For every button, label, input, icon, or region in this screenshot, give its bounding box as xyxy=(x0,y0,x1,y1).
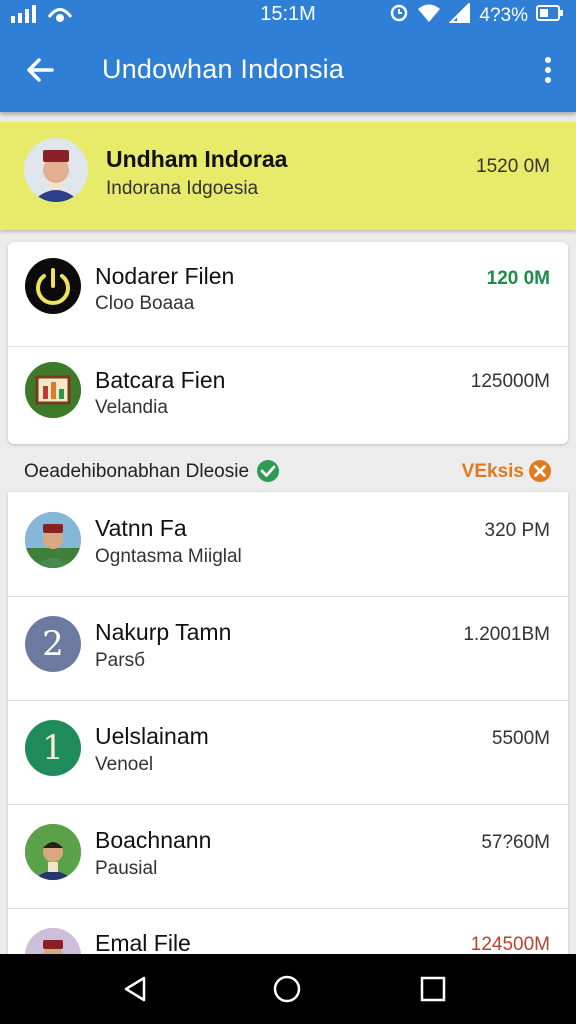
contact-name: Nakurp Tamn xyxy=(95,619,232,645)
contact-time: 320 PM xyxy=(484,520,550,541)
avatar xyxy=(25,362,81,418)
list-item[interactable]: Batcara Fien Velandia 125000M xyxy=(8,343,568,444)
section-label: Oeadehibonabhan Dleosie xyxy=(24,461,250,482)
list-item[interactable]: Boachnann Pausial 57?60M xyxy=(8,804,568,909)
contact-subtitle: Venoel xyxy=(95,754,154,775)
contact-time: 57?60M xyxy=(481,832,550,853)
contact-subtitle: Cloo Boaaa xyxy=(95,293,195,314)
more-options-button[interactable] xyxy=(538,52,558,88)
home-nav-icon[interactable] xyxy=(272,974,302,1009)
contact-name: Batcara Fien xyxy=(95,367,226,393)
contact-name: Vatnn Fa xyxy=(95,515,187,541)
avatar xyxy=(25,258,81,314)
cell-signal-icon xyxy=(448,1,471,29)
wifi-icon xyxy=(417,3,441,29)
close-circle-icon[interactable] xyxy=(528,459,552,488)
page-title: Undowhan Indonsia xyxy=(102,54,345,84)
avatar: 2 xyxy=(25,616,81,672)
system-nav-bar xyxy=(0,954,576,1024)
contact-time: 5500M xyxy=(491,728,550,749)
arrow-left-icon xyxy=(27,58,54,82)
contact-group-2: Vatnn Fa Ogntasma Miiglal 320 PM 2 Nakur… xyxy=(8,492,568,962)
avatar xyxy=(25,512,81,568)
battery-icon xyxy=(536,4,564,28)
avatar xyxy=(24,138,88,202)
avatar: 1 xyxy=(25,720,81,776)
contact-subtitle: Indorana Idgoesia xyxy=(106,178,259,199)
back-nav-icon[interactable] xyxy=(120,974,150,1009)
list-item[interactable]: 1 Uelslainam Venoel 5500M xyxy=(8,700,568,805)
contact-subtitle: Pausial xyxy=(95,858,158,879)
back-button[interactable] xyxy=(22,52,58,88)
avatar xyxy=(25,824,81,880)
contact-time: 1520 0M xyxy=(476,156,550,177)
contact-time: 120 0M xyxy=(486,268,550,289)
highlighted-contact[interactable]: Undham Indoraa Indorana Idgoesia 1520 0M xyxy=(0,122,576,230)
app-bar: Undowhan Indonsia xyxy=(0,28,576,112)
contact-time: 125000M xyxy=(470,371,550,392)
contact-name: Nodarer Filen xyxy=(95,263,235,289)
power-icon xyxy=(36,268,70,305)
status-bar: 15:1M 4?3% xyxy=(0,0,576,28)
picture-frame-icon xyxy=(25,362,81,418)
contact-time: 124500M xyxy=(470,934,550,955)
battery-percent: 4?3% xyxy=(479,5,528,26)
contact-subtitle: Parsб xyxy=(95,650,145,671)
verified-check-icon xyxy=(256,459,280,488)
contact-group-1: Nodarer Filen Cloo Boaaa 120 0M Batcara … xyxy=(8,242,568,444)
contact-name: Undham Indoraa xyxy=(106,146,288,172)
section-status-label: VEksis xyxy=(461,461,524,482)
list-item[interactable]: 2 Nakurp Tamn Parsб 1.2001BM xyxy=(8,596,568,701)
contact-time: 1.2001BM xyxy=(463,624,550,645)
list-item[interactable]: Nodarer Filen Cloo Boaaa 120 0M xyxy=(8,242,568,347)
avatar-initial: 2 xyxy=(42,624,64,664)
contact-subtitle: Ogntasma Miiglal xyxy=(95,546,242,567)
avatar-initial: 1 xyxy=(42,728,64,768)
section-header: Oeadehibonabhan Dleosie VEksis xyxy=(0,450,576,492)
list-item[interactable]: Vatnn Fa Ogntasma Miiglal 320 PM xyxy=(8,492,568,597)
contact-name: Boachnann xyxy=(95,827,212,853)
contact-subtitle: Velandia xyxy=(95,397,168,418)
alarm-icon xyxy=(389,3,409,29)
contact-name: Emal File xyxy=(95,930,191,956)
recents-nav-icon[interactable] xyxy=(418,974,448,1009)
contact-name: Uelslainam xyxy=(95,723,209,749)
more-vertical-icon xyxy=(545,57,551,83)
